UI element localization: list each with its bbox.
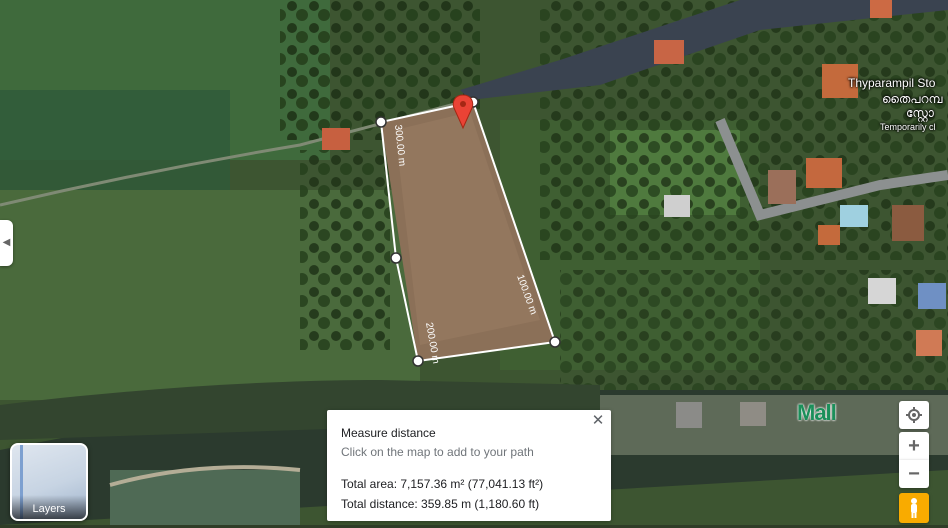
crosshair-icon xyxy=(906,407,922,423)
measure-hint: Click on the map to add to your path xyxy=(341,445,534,459)
pegman-icon xyxy=(911,498,917,518)
close-icon[interactable]: ✕ xyxy=(591,413,605,428)
place-label-local-2: സ്റ്റോ xyxy=(906,106,934,120)
place-status: Temporarily cl xyxy=(880,122,936,132)
layers-button[interactable]: Layers xyxy=(10,443,88,521)
place-label[interactable]: Thyparampil Sto xyxy=(848,76,935,90)
path-vertex[interactable] xyxy=(375,116,387,128)
place-label-local: തൈപറമ്പ xyxy=(882,92,943,106)
zoom-out-button[interactable]: − xyxy=(899,460,929,488)
chevron-left-icon: ◀ xyxy=(2,237,11,248)
street-view-pegman-button[interactable] xyxy=(899,493,929,523)
path-vertex[interactable] xyxy=(412,355,424,367)
total-distance: Total distance: 359.85 m (1,180.60 ft) xyxy=(341,497,540,511)
zoom-in-button[interactable]: + xyxy=(899,432,929,460)
measure-title: Measure distance xyxy=(341,426,436,440)
path-vertex[interactable] xyxy=(390,252,402,264)
measure-distance-card: ✕ Measure distance Click on the map to a… xyxy=(327,410,611,521)
total-area: Total area: 7,157.36 m² (77,041.13 ft²) xyxy=(341,477,544,491)
collapse-side-panel-button[interactable]: ◀ xyxy=(0,220,13,266)
layers-label: Layers xyxy=(12,495,86,519)
mall-label[interactable]: Mall xyxy=(797,400,837,426)
my-location-button[interactable] xyxy=(899,401,929,429)
path-vertex[interactable] xyxy=(549,336,561,348)
